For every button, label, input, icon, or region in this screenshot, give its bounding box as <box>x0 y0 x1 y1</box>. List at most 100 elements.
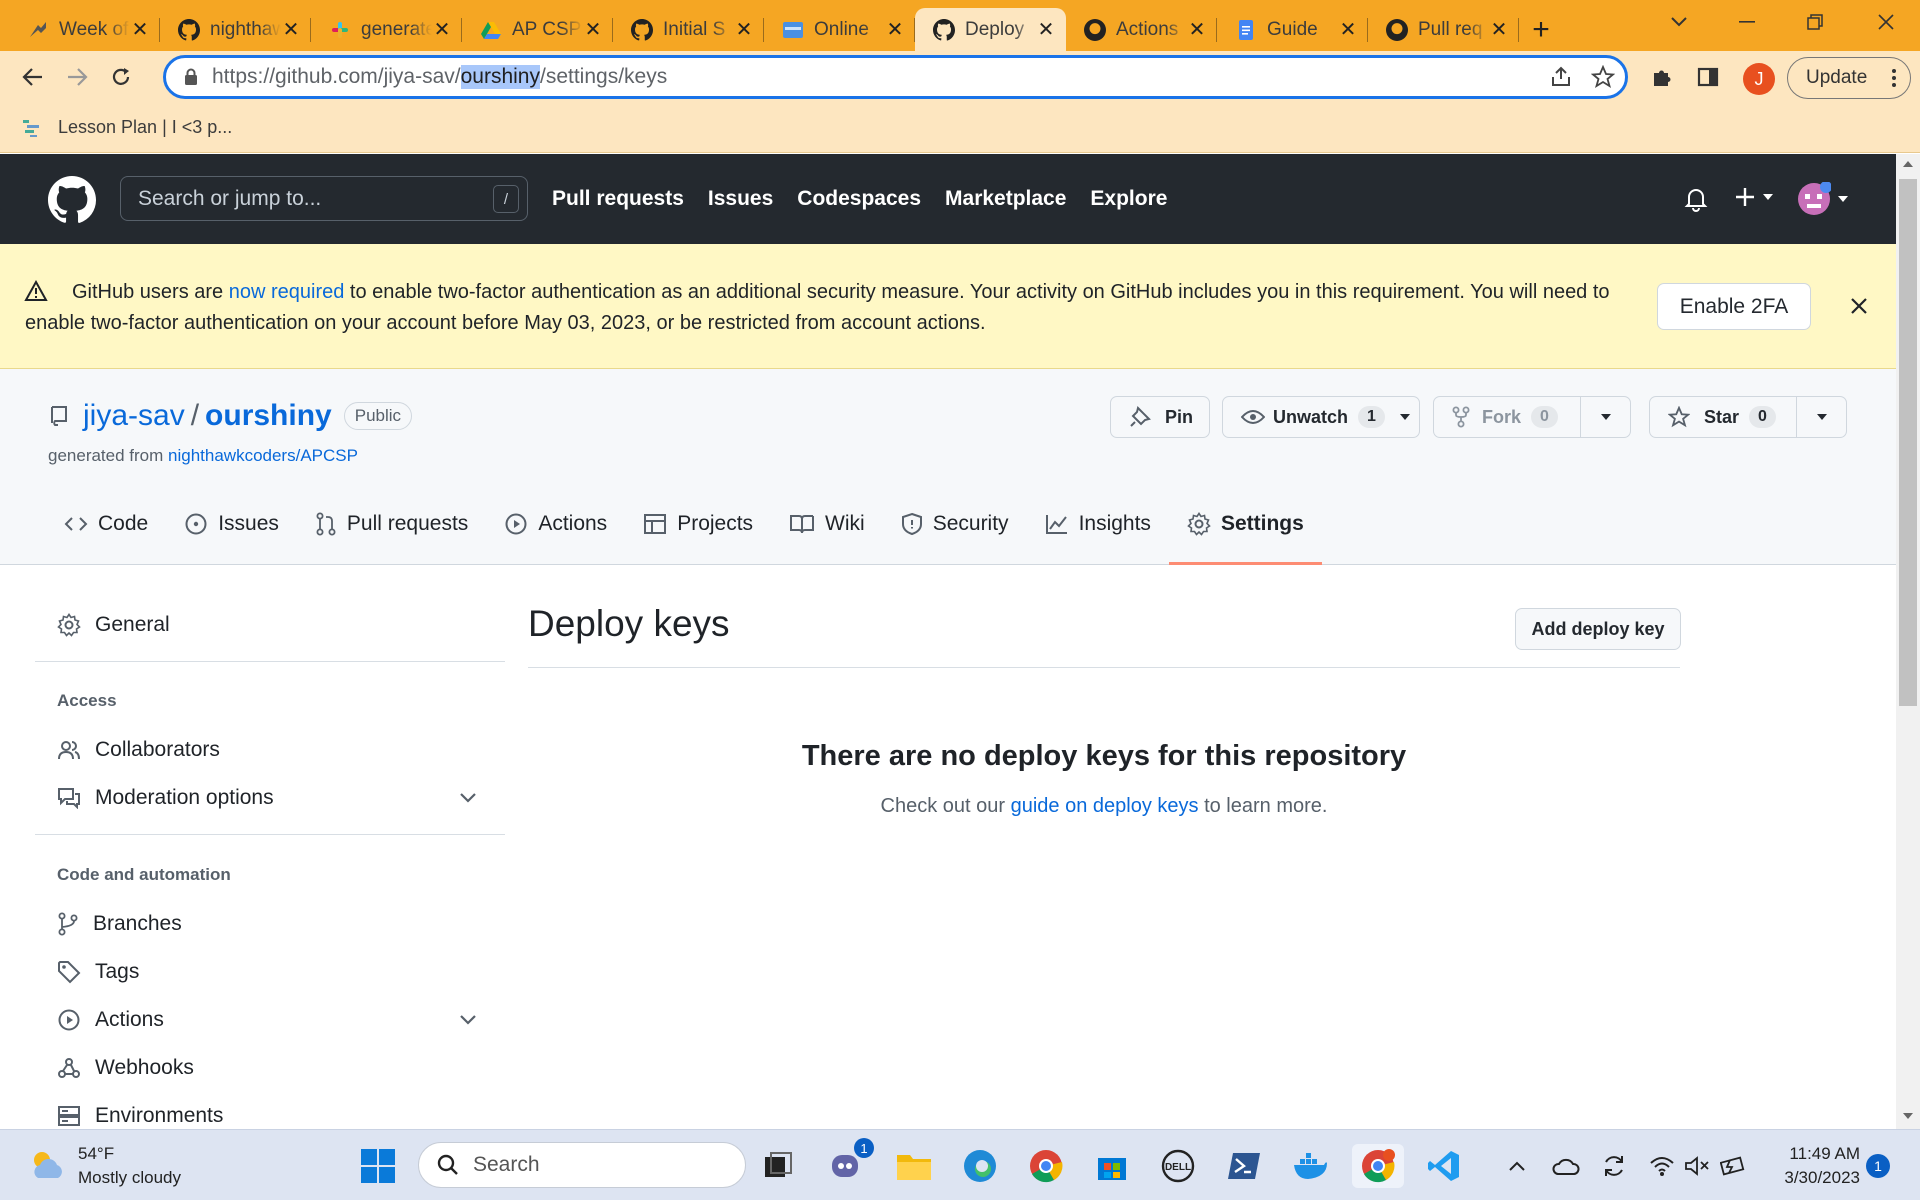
sync-icon[interactable] <box>1592 1144 1636 1188</box>
chrome-icon[interactable] <box>1024 1144 1068 1188</box>
browser-tab-nighthawk[interactable]: nighthawk ✕ <box>160 8 311 51</box>
dismiss-close-icon[interactable] <box>1850 297 1868 315</box>
close-icon[interactable]: ✕ <box>734 19 754 41</box>
star-button[interactable]: Star 0 <box>1649 396 1847 438</box>
fork-button[interactable]: Fork 0 <box>1433 396 1631 438</box>
nav-pull-requests[interactable]: Pull requests <box>552 187 684 211</box>
tab-pull-requests[interactable]: Pull requests <box>297 499 486 549</box>
bookmark-star-icon[interactable] <box>1591 65 1615 89</box>
extensions-puzzle-icon[interactable] <box>1640 55 1684 99</box>
file-explorer-icon[interactable] <box>892 1144 936 1188</box>
tab-projects[interactable]: Projects <box>625 499 771 549</box>
minimize-icon[interactable] <box>1713 0 1781 43</box>
nav-marketplace[interactable]: Marketplace <box>945 187 1066 211</box>
close-icon[interactable]: ✕ <box>885 19 905 41</box>
github-logo-icon[interactable] <box>48 176 96 224</box>
browser-tab-online[interactable]: Online ✕ <box>764 8 915 51</box>
close-icon[interactable]: ✕ <box>432 19 452 41</box>
tab-code[interactable]: Code <box>46 499 166 549</box>
tab-security[interactable]: Security <box>883 499 1027 549</box>
teams-chat-icon[interactable]: 1 <box>824 1138 874 1188</box>
tab-insights[interactable]: Insights <box>1027 499 1169 549</box>
battery-charging-icon[interactable] <box>1712 1144 1756 1188</box>
show-hidden-icons-chevron[interactable] <box>1495 1144 1539 1188</box>
edge-browser-icon[interactable] <box>958 1144 1002 1188</box>
bookmark-item[interactable]: Lesson Plan | I <3 p... <box>22 117 232 138</box>
scrollbar-thumb[interactable] <box>1899 179 1917 706</box>
add-deploy-key-button[interactable]: Add deploy key <box>1515 608 1681 650</box>
new-tab-button[interactable]: + <box>1519 8 1563 51</box>
sidebar-item-branches[interactable]: Branches <box>57 912 477 936</box>
powershell-icon[interactable] <box>1222 1144 1266 1188</box>
nav-codespaces[interactable]: Codespaces <box>797 187 921 211</box>
close-icon[interactable]: ✕ <box>1036 19 1056 41</box>
notification-badge[interactable]: 1 <box>1866 1154 1890 1178</box>
tab-settings[interactable]: Settings <box>1168 499 1322 565</box>
sidebar-item-webhooks[interactable]: Webhooks <box>57 1056 477 1080</box>
tab-search-chevron-icon[interactable] <box>1645 0 1713 43</box>
chevron-down-icon[interactable] <box>1816 413 1828 421</box>
sidebar-item-moderation[interactable]: Moderation options <box>57 786 477 810</box>
create-new-plus-icon[interactable] <box>1734 186 1774 208</box>
onedrive-cloud-icon[interactable] <box>1544 1144 1588 1188</box>
close-icon[interactable]: ✕ <box>1187 19 1207 41</box>
chevron-down-icon[interactable] <box>1600 413 1612 421</box>
tab-issues[interactable]: Issues <box>166 499 297 549</box>
chrome-profile-icon[interactable] <box>1352 1144 1404 1188</box>
side-panel-icon[interactable] <box>1686 55 1730 99</box>
nav-explore[interactable]: Explore <box>1090 187 1167 211</box>
template-repo-link[interactable]: nighthawkcoders/APCSP <box>168 446 358 465</box>
guide-deploy-keys-link[interactable]: guide on deploy keys <box>1011 795 1199 817</box>
weather-widget[interactable]: 54°F Mostly cloudy <box>28 1142 181 1190</box>
browser-tab-week[interactable]: Week of ✕ <box>9 8 160 51</box>
repo-name-link[interactable]: ourshiny <box>205 399 332 433</box>
sidebar-item-tags[interactable]: Tags <box>57 960 477 984</box>
taskbar-search[interactable]: Search <box>418 1142 746 1188</box>
address-bar[interactable]: https://github.com/jiya-sav/ourshiny/set… <box>163 55 1628 99</box>
browser-tab-guide[interactable]: Guide ✕ <box>1217 8 1368 51</box>
dell-icon[interactable]: DELL <box>1156 1144 1200 1188</box>
scroll-down-arrow-icon[interactable] <box>1902 1112 1914 1120</box>
browser-tab-actions[interactable]: Actions ✕ <box>1066 8 1217 51</box>
vscode-icon[interactable] <box>1422 1144 1466 1188</box>
sidebar-item-environments[interactable]: Environments <box>57 1104 477 1128</box>
now-required-link[interactable]: now required <box>229 281 345 303</box>
windows-start-icon[interactable] <box>356 1144 400 1188</box>
tab-actions[interactable]: Actions <box>486 499 625 549</box>
user-avatar[interactable] <box>1797 182 1849 216</box>
back-arrow-icon[interactable] <box>11 55 55 99</box>
browser-tab-initial[interactable]: Initial S ✕ <box>613 8 764 51</box>
browser-tab-apcsp[interactable]: AP CSP ✕ <box>462 8 613 51</box>
sidebar-item-general[interactable]: General <box>57 613 477 637</box>
close-icon[interactable]: ✕ <box>583 19 603 41</box>
close-icon[interactable]: ✕ <box>1338 19 1358 41</box>
docker-icon[interactable] <box>1288 1144 1332 1188</box>
sidebar-item-collaborators[interactable]: Collaborators <box>57 738 477 762</box>
unwatch-button[interactable]: Unwatch 1 <box>1222 396 1420 438</box>
browser-tab-generate[interactable]: generate ✕ <box>311 8 462 51</box>
notifications-bell-icon[interactable] <box>1684 186 1708 212</box>
close-icon[interactable]: ✕ <box>281 19 301 41</box>
profile-avatar[interactable]: J <box>1743 63 1775 95</box>
scroll-up-arrow-icon[interactable] <box>1902 160 1914 168</box>
reload-icon[interactable] <box>99 55 143 99</box>
system-clock[interactable]: 11:49 AM 3/30/2023 <box>1760 1142 1860 1190</box>
close-icon[interactable]: ✕ <box>1489 19 1509 41</box>
browser-tab-deploy[interactable]: Deploy ✕ <box>915 8 1066 51</box>
update-button[interactable]: Update <box>1787 57 1911 99</box>
task-view-icon[interactable] <box>756 1144 800 1188</box>
tab-wiki[interactable]: Wiki <box>771 499 883 549</box>
nav-issues[interactable]: Issues <box>708 187 773 211</box>
share-icon[interactable] <box>1549 65 1573 89</box>
forward-arrow-icon[interactable] <box>55 55 99 99</box>
browser-tab-pull-requests[interactable]: Pull req ✕ <box>1368 8 1519 51</box>
microsoft-store-icon[interactable] <box>1090 1144 1134 1188</box>
close-icon[interactable]: ✕ <box>130 19 150 41</box>
sidebar-item-actions[interactable]: Actions <box>57 1008 477 1032</box>
repo-owner-link[interactable]: jiya-sav <box>83 399 185 433</box>
enable-2fa-button[interactable]: Enable 2FA <box>1657 283 1811 330</box>
pin-button[interactable]: Pin <box>1110 396 1210 438</box>
github-search-input[interactable]: Search or jump to... / <box>120 176 528 221</box>
restore-icon[interactable] <box>1781 0 1849 43</box>
close-window-icon[interactable] <box>1852 0 1920 43</box>
